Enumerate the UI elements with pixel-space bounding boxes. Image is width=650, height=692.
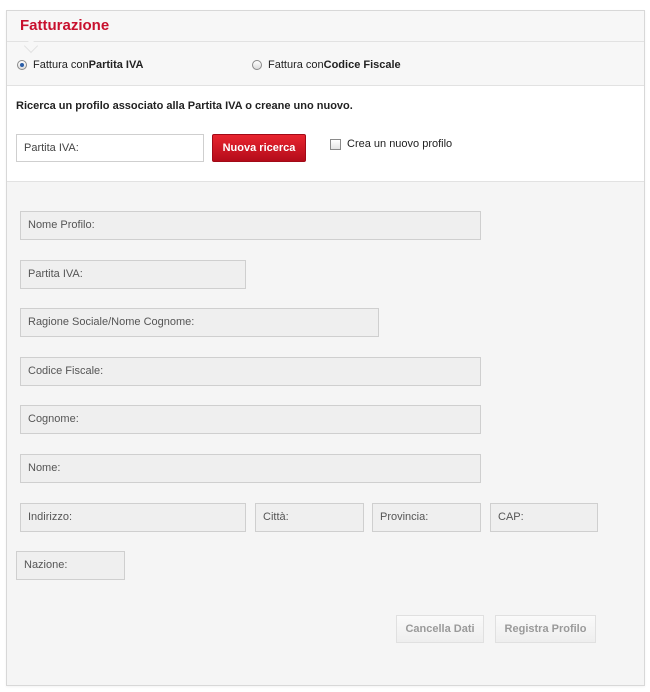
radio-label-bold: Codice Fiscale bbox=[323, 59, 401, 71]
search-section: Ricerca un profilo associato alla Partit… bbox=[7, 87, 644, 181]
radio-label-bold: Partita IVA bbox=[88, 59, 144, 71]
radio-unselected-icon[interactable] bbox=[252, 60, 262, 70]
partita-iva-search-input[interactable]: Partita IVA: bbox=[16, 134, 204, 162]
new-profile-checkbox[interactable] bbox=[330, 138, 341, 150]
nazione-field[interactable]: Nazione: bbox=[16, 551, 125, 580]
billing-panel: Fatturazione Fattura con Partita IVA Fat… bbox=[6, 10, 645, 686]
indirizzo-field[interactable]: Indirizzo: bbox=[20, 503, 246, 532]
codice-fiscale-field[interactable]: Codice Fiscale: bbox=[20, 357, 481, 386]
radio-option-codice-fiscale[interactable]: Fattura con Codice Fiscale bbox=[252, 59, 401, 71]
radio-label-prefix: Fattura con bbox=[268, 59, 324, 71]
ragione-sociale-field[interactable]: Ragione Sociale/Nome Cognome: bbox=[20, 308, 379, 337]
provincia-field[interactable]: Provincia: bbox=[372, 503, 481, 532]
invoice-type-bar: Fattura con Partita IVA Fattura con Codi… bbox=[7, 42, 644, 86]
radio-option-partita-iva[interactable]: Fattura con Partita IVA bbox=[17, 59, 143, 71]
new-search-button[interactable]: Nuova ricerca bbox=[212, 134, 306, 162]
profile-form: Nome Profilo: Partita IVA: Ragione Socia… bbox=[7, 181, 644, 685]
nome-profilo-field[interactable]: Nome Profilo: bbox=[20, 211, 481, 240]
register-profile-button[interactable]: Registra Profilo bbox=[495, 615, 596, 643]
cap-field[interactable]: CAP: bbox=[490, 503, 598, 532]
search-hint: Ricerca un profilo associato alla Partit… bbox=[16, 100, 353, 112]
nome-field[interactable]: Nome: bbox=[20, 454, 481, 483]
new-profile-checkbox-wrap[interactable]: Crea un nuovo profilo bbox=[330, 138, 452, 150]
partita-iva-field[interactable]: Partita IVA: bbox=[20, 260, 246, 289]
radio-selected-icon[interactable] bbox=[17, 60, 27, 70]
citta-field[interactable]: Città: bbox=[255, 503, 364, 532]
radio-label-prefix: Fattura con bbox=[33, 59, 89, 71]
cancel-data-button[interactable]: Cancella Dati bbox=[396, 615, 484, 643]
cognome-field[interactable]: Cognome: bbox=[20, 405, 481, 434]
panel-header: Fatturazione bbox=[7, 11, 644, 42]
panel-title: Fatturazione bbox=[20, 17, 110, 34]
new-profile-label: Crea un nuovo profilo bbox=[347, 138, 453, 150]
